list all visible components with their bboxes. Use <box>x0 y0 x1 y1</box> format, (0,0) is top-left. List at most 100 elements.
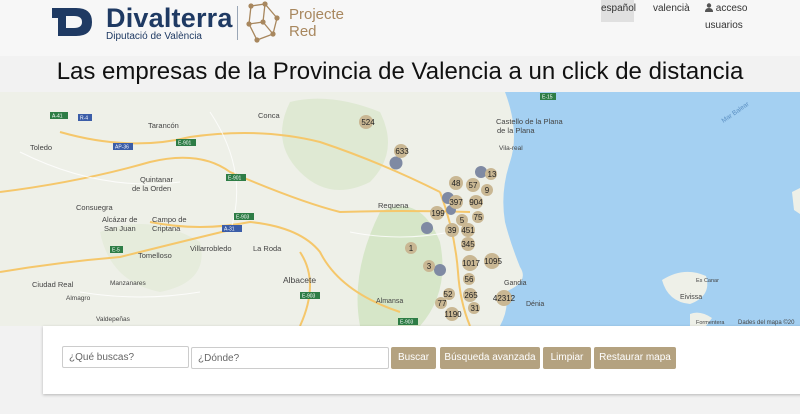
place-label: Vila-real <box>499 145 523 152</box>
cluster-marker[interactable]: 199 <box>430 206 445 220</box>
road-label: E-15 <box>542 95 553 101</box>
place-label: Almansa <box>376 298 403 305</box>
cluster-count: 52 <box>444 290 453 299</box>
cluster-marker[interactable]: 1190 <box>444 307 462 321</box>
place-label: Quintanar <box>140 175 173 184</box>
map-pin[interactable] <box>421 222 433 234</box>
map-attribution[interactable]: Dades del mapa ©20 <box>738 319 795 326</box>
place-label: Requena <box>378 201 409 210</box>
cluster-marker[interactable]: 75 <box>472 211 484 223</box>
place-label: Consuegra <box>76 203 114 212</box>
place-label: Tarancón <box>148 121 179 130</box>
cluster-marker[interactable]: 56 <box>463 273 475 285</box>
place-label: Ciudad Real <box>32 280 74 289</box>
cluster-count: 31 <box>471 304 480 313</box>
road-label: E-903 <box>302 294 316 300</box>
road-label: E-5 <box>112 248 120 254</box>
cluster-marker[interactable]: 265 <box>463 288 478 302</box>
lang-es-link[interactable]: español <box>601 0 636 22</box>
place-label: Gandia <box>504 280 527 287</box>
cluster-marker[interactable]: 39 <box>445 223 459 237</box>
cluster-count: 904 <box>469 198 483 207</box>
place-label: Almagro <box>66 295 91 302</box>
page-title: Las empresas de la Provincia de Valencia… <box>56 58 744 85</box>
place-label: Es Canar <box>696 278 719 284</box>
cluster-count: 75 <box>474 213 483 222</box>
cluster-count: 345 <box>461 240 475 249</box>
project-line-2: Red <box>289 23 317 40</box>
cluster-marker[interactable]: 345 <box>461 237 475 251</box>
road-label: A-31 <box>224 227 235 233</box>
search-button[interactable]: Buscar <box>391 347 436 369</box>
map-pin[interactable] <box>389 156 403 170</box>
divalterra-logo-icon <box>52 8 92 36</box>
cluster-count: 77 <box>438 299 447 308</box>
cluster-count: 1095 <box>484 257 502 266</box>
place-label: Tomelloso <box>138 251 172 260</box>
project-line-1: Projecte <box>289 6 345 23</box>
cluster-count: 1017 <box>462 259 480 268</box>
cluster-marker[interactable]: 524 <box>359 115 375 129</box>
place-label: de la Orden <box>132 184 171 193</box>
cluster-count: 3 <box>427 262 432 271</box>
cluster-count: 39 <box>448 226 457 235</box>
cluster-count: 265 <box>464 291 478 300</box>
place-label: Manzanares <box>110 280 147 287</box>
cluster-marker[interactable]: 3 <box>423 260 435 272</box>
cluster-count: 524 <box>361 118 375 127</box>
place-label: Alcázar de <box>102 215 137 224</box>
place-label: Valdepeñas <box>96 316 131 323</box>
place-label: Toledo <box>30 143 52 152</box>
what-search-input[interactable] <box>62 346 189 368</box>
place-label: Villarrobledo <box>190 244 232 253</box>
map-pin[interactable] <box>434 264 446 276</box>
cluster-count: 199 <box>431 209 445 218</box>
cluster-marker[interactable]: 1 <box>405 242 417 254</box>
cluster-marker[interactable]: 57 <box>466 178 480 192</box>
place-label: de la Plana <box>497 126 535 135</box>
cluster-count: 1190 <box>444 310 462 319</box>
road-label: A-41 <box>52 114 63 120</box>
cluster-count: 56 <box>465 275 474 284</box>
place-label: Campo de <box>152 215 187 224</box>
network-icon <box>246 1 280 43</box>
map-canvas[interactable]: A-41 R-4 AP-36 E-901 E-901 E-903 A-31 E-… <box>0 92 800 326</box>
divalterra-logo[interactable]: Divalterra Diputació de València Project… <box>52 0 352 50</box>
place-label: Albacete <box>283 275 316 285</box>
cluster-count: 5 <box>460 216 465 225</box>
clear-button[interactable]: Limpiar <box>543 347 591 369</box>
cluster-marker[interactable]: 13 <box>485 168 497 180</box>
road-label: E-901 <box>228 176 242 182</box>
lang-va-link[interactable]: valencià <box>653 0 690 22</box>
cluster-marker[interactable]: 633 <box>394 144 409 158</box>
advanced-search-button[interactable]: Búsqueda avanzada <box>440 347 540 369</box>
cluster-count: 1 <box>409 244 414 253</box>
map-view[interactable]: A-41 R-4 AP-36 E-901 E-901 E-903 A-31 E-… <box>0 92 800 326</box>
where-search-input[interactable] <box>191 347 389 369</box>
restore-map-button[interactable]: Restaurar mapa <box>594 347 676 369</box>
map-pin[interactable] <box>475 166 487 178</box>
place-label: Eivissa <box>680 294 702 301</box>
cluster-count: 57 <box>469 181 478 190</box>
cluster-marker[interactable]: 904 <box>469 195 483 209</box>
road-label: E-903 <box>236 215 250 221</box>
road-label: E-901 <box>178 141 192 147</box>
user-access-link[interactable]: acceso usuarios <box>705 0 787 31</box>
road-label: R-4 <box>80 116 88 122</box>
cluster-marker[interactable]: 52 <box>443 288 455 300</box>
cluster-marker[interactable]: 5 <box>456 214 468 226</box>
cluster-marker[interactable]: 31 <box>468 302 480 314</box>
cluster-marker[interactable]: 48 <box>449 176 463 190</box>
place-label: La Roda <box>253 244 282 253</box>
road-label: E-903 <box>400 320 414 326</box>
cluster-marker[interactable]: 9 <box>481 184 493 196</box>
logo-divider <box>237 6 238 40</box>
cluster-marker[interactable]: 397 <box>449 195 463 209</box>
cluster-count: 48 <box>452 179 461 188</box>
cluster-count: 13 <box>488 170 497 179</box>
place-label: Dénia <box>526 301 544 308</box>
cluster-count: 397 <box>449 198 463 207</box>
header: Divalterra Diputació de València Project… <box>0 0 800 56</box>
cluster-count: 9 <box>485 186 490 195</box>
road-label: AP-36 <box>115 145 129 151</box>
